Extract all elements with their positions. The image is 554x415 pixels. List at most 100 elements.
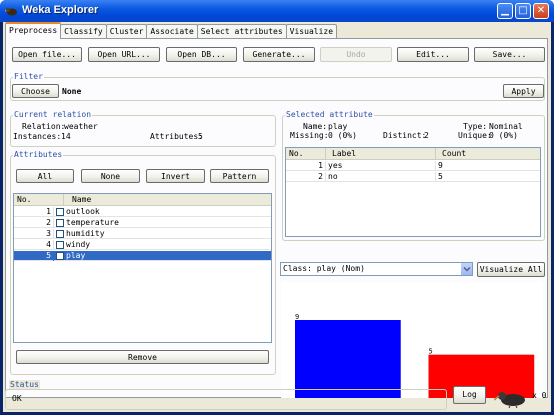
generate-button[interactable]: Generate... (243, 47, 315, 62)
open-db-button[interactable]: Open DB... (166, 47, 237, 62)
attribute-row[interactable]: 2 temperature (14, 218, 271, 228)
maximize-button[interactable]: □ (515, 3, 531, 19)
window-title: Weka Explorer (22, 4, 99, 16)
attribute-no: 4 (14, 240, 54, 250)
label-name: no (326, 172, 436, 182)
col-name-header[interactable]: Name (64, 194, 271, 206)
filter-group (10, 77, 545, 101)
weka-bird-icon (5, 8, 17, 16)
select-none-button[interactable]: None (81, 169, 140, 183)
minimize-button[interactable]: ▁ (497, 3, 513, 19)
save-button[interactable]: Save... (474, 47, 545, 62)
open-file-button[interactable]: Open file... (12, 47, 82, 62)
sel-type-value: Nominal (489, 122, 523, 131)
status-text: OK (12, 394, 22, 403)
attribute-checkbox[interactable] (56, 241, 64, 249)
label-name: yes (326, 161, 436, 171)
sel-name-value: play (328, 122, 348, 131)
attributes-count-label: Attributes: (150, 132, 203, 141)
current-relation-group (10, 115, 276, 147)
edit-button[interactable]: Edit... (397, 47, 469, 62)
col-label-header[interactable]: Label (326, 148, 436, 160)
attribute-no: 3 (14, 229, 54, 239)
apply-button[interactable]: Apply (503, 84, 544, 98)
status-title: Status (9, 380, 40, 389)
status-group (5, 389, 447, 410)
tab-cluster[interactable]: Cluster (105, 24, 148, 39)
attribute-name: humidity (66, 229, 105, 238)
close-icon: ✕ (536, 5, 546, 16)
close-button[interactable]: ✕ (533, 3, 549, 19)
tab-visualize[interactable]: Visualize (285, 24, 338, 39)
current-relation-title: Current relation (13, 110, 93, 119)
label-row[interactable]: 2 no 5 (286, 172, 540, 182)
relation-label: Relation: (22, 122, 66, 131)
sel-missing-label: Missing: (290, 131, 329, 140)
label-no: 2 (286, 172, 326, 182)
col-no-header[interactable]: No. (14, 194, 64, 206)
attribute-name: temperature (66, 218, 119, 227)
remove-button[interactable]: Remove (16, 350, 269, 364)
attribute-row[interactable]: 4 windy (14, 240, 271, 250)
select-all-button[interactable]: All (16, 169, 74, 183)
attribute-checkbox[interactable] (56, 252, 64, 260)
attribute-no: 5 (14, 251, 54, 261)
attribute-name: windy (66, 240, 91, 249)
tab-associate[interactable]: Associate (146, 24, 198, 39)
undo-button[interactable]: Undo (320, 47, 392, 62)
tab-preprocess[interactable]: Preprocess (5, 22, 62, 39)
bar-value-label: 5 (429, 348, 433, 356)
class-combo-value: Class: play (Nom) (283, 264, 365, 273)
sel-distinct-label: Distinct: (383, 131, 427, 140)
attribute-row[interactable]: 3 humidity (14, 229, 271, 239)
attribute-checkbox[interactable] (56, 219, 64, 227)
class-combo[interactable]: Class: play (Nom) (280, 262, 473, 276)
label-count: 9 (438, 161, 443, 170)
attributes-table-header: No. Name (14, 194, 271, 206)
explorer-window: Weka Explorer ▁ □ ✕ Preprocess Classify … (0, 0, 554, 415)
col-count-header[interactable]: Count (436, 148, 540, 160)
attribute-checkbox[interactable] (56, 230, 64, 238)
log-button[interactable]: Log (453, 386, 486, 404)
pattern-button[interactable]: Pattern (210, 169, 269, 183)
choose-button[interactable]: Choose (12, 84, 59, 98)
sel-unique-value: 0 (0%) (489, 131, 518, 140)
labels-table[interactable]: No. Label Count 1 yes 9 2 no 5 (285, 147, 541, 237)
attribute-row-selected[interactable]: 5 play (14, 251, 271, 261)
sel-name-label: Name: (303, 122, 328, 131)
attribute-row[interactable]: 1 outlook (14, 207, 271, 217)
tab-strip: Preprocess Classify Cluster Associate Se… (5, 22, 338, 39)
bar-yes (295, 320, 401, 398)
relation-value: weather (64, 122, 98, 131)
title-bar[interactable]: Weka Explorer ▁ □ ✕ (0, 0, 554, 22)
col-no-header[interactable]: No. (286, 148, 326, 160)
preprocess-panel: Open file... Open URL... Open DB... Gene… (5, 38, 548, 398)
label-no: 1 (286, 161, 326, 171)
attribute-checkbox[interactable] (56, 208, 64, 216)
label-count: 5 (438, 172, 443, 181)
tab-select-attributes[interactable]: Select attributes (196, 24, 287, 39)
selected-attribute-title: Selected attribute (285, 110, 374, 119)
attribute-no: 2 (14, 218, 54, 228)
label-row[interactable]: 1 yes 9 (286, 161, 540, 171)
visualize-all-button[interactable]: Visualize All (477, 262, 545, 277)
attribute-no: 1 (14, 207, 54, 217)
chevron-down-icon[interactable] (460, 263, 472, 275)
weka-bird-icon (494, 392, 525, 408)
sel-distinct-value: 2 (424, 131, 429, 140)
sel-type-label: Type: (463, 122, 488, 131)
class-histogram: 95 (281, 282, 543, 398)
status-count: x 0 (532, 391, 547, 400)
attributes-title: Attributes (13, 150, 64, 159)
attributes-count-value: 5 (198, 132, 203, 141)
filter-value: None (62, 87, 82, 96)
labels-table-header: No. Label Count (286, 148, 540, 160)
invert-button[interactable]: Invert (146, 169, 205, 183)
open-url-button[interactable]: Open URL... (88, 47, 160, 62)
attribute-name: outlook (66, 207, 100, 216)
tab-classify[interactable]: Classify (60, 24, 107, 39)
attributes-table[interactable]: No. Name 1 outlook 2 temperature 3 humid… (13, 193, 272, 343)
sel-unique-label: Unique: (458, 131, 492, 140)
filter-title: Filter (13, 72, 44, 81)
sel-missing-value: 0 (0%) (328, 131, 357, 140)
